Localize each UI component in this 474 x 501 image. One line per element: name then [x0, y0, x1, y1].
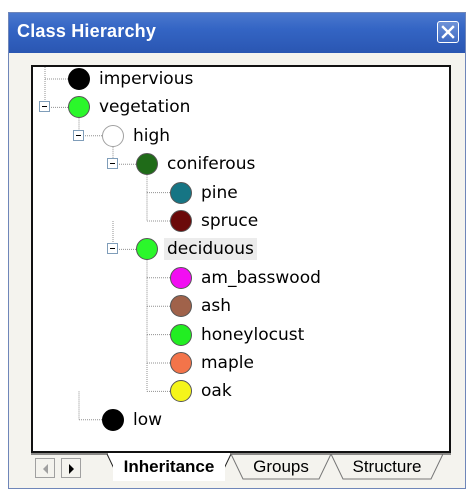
collapse-toggle-coniferous[interactable] — [107, 158, 118, 170]
class-color-icon-pine — [170, 181, 192, 204]
collapse-toggle-vegetation[interactable] — [39, 101, 50, 113]
tab-structure[interactable]: Structure — [337, 453, 437, 481]
tab-scroll-left-button[interactable] — [35, 458, 55, 478]
tree-node-ash[interactable]: ash — [201, 295, 231, 317]
tree-node-low[interactable]: low — [133, 409, 162, 431]
collapse-toggle-deciduous[interactable] — [107, 243, 118, 255]
class-color-icon-maple — [170, 352, 192, 374]
tab-scroll-right-button[interactable] — [61, 458, 81, 478]
class-hierarchy-window: Class Hierarchy impervious vegetation high… — [8, 12, 466, 489]
tab-groups[interactable]: Groups — [237, 453, 325, 481]
tree-node-deciduous[interactable]: deciduous — [164, 238, 257, 261]
tree-node-pine[interactable]: pine — [201, 182, 238, 204]
title-bar[interactable]: Class Hierarchy — [9, 13, 465, 53]
class-color-icon-high — [102, 124, 124, 147]
class-color-icon-impervious — [68, 68, 90, 90]
arrow-left-icon — [43, 464, 48, 474]
class-color-icon-am_basswood — [170, 266, 192, 289]
close-button[interactable] — [437, 21, 459, 43]
class-tree-panel: impervious vegetation high coniferous pine sp… — [31, 65, 451, 453]
class-color-icon-honeylocust — [170, 323, 192, 346]
window-title: Class Hierarchy — [17, 21, 157, 41]
tree-node-maple[interactable]: maple — [201, 352, 254, 374]
tree-node-high[interactable]: high — [133, 125, 170, 147]
tree-node-coniferous[interactable]: coniferous — [167, 153, 255, 175]
class-color-icon-spruce — [170, 210, 192, 232]
collapse-toggle-high[interactable] — [73, 129, 84, 141]
arrow-right-icon — [69, 464, 74, 474]
tab-bar: Inheritance Groups Structure — [31, 453, 451, 483]
tree-node-am_basswood[interactable]: am_basswood — [201, 267, 321, 289]
tab-inheritance[interactable]: Inheritance — [113, 453, 225, 481]
close-icon — [441, 25, 455, 39]
tree-node-vegetation[interactable]: vegetation — [99, 96, 190, 118]
class-color-icon-low — [102, 408, 124, 431]
tree-node-spruce[interactable]: spruce — [201, 210, 258, 232]
tree-node-impervious[interactable]: impervious — [99, 68, 193, 90]
tree-node-honeylocust[interactable]: honeylocust — [201, 324, 304, 346]
tree-node-oak[interactable]: oak — [201, 380, 232, 402]
